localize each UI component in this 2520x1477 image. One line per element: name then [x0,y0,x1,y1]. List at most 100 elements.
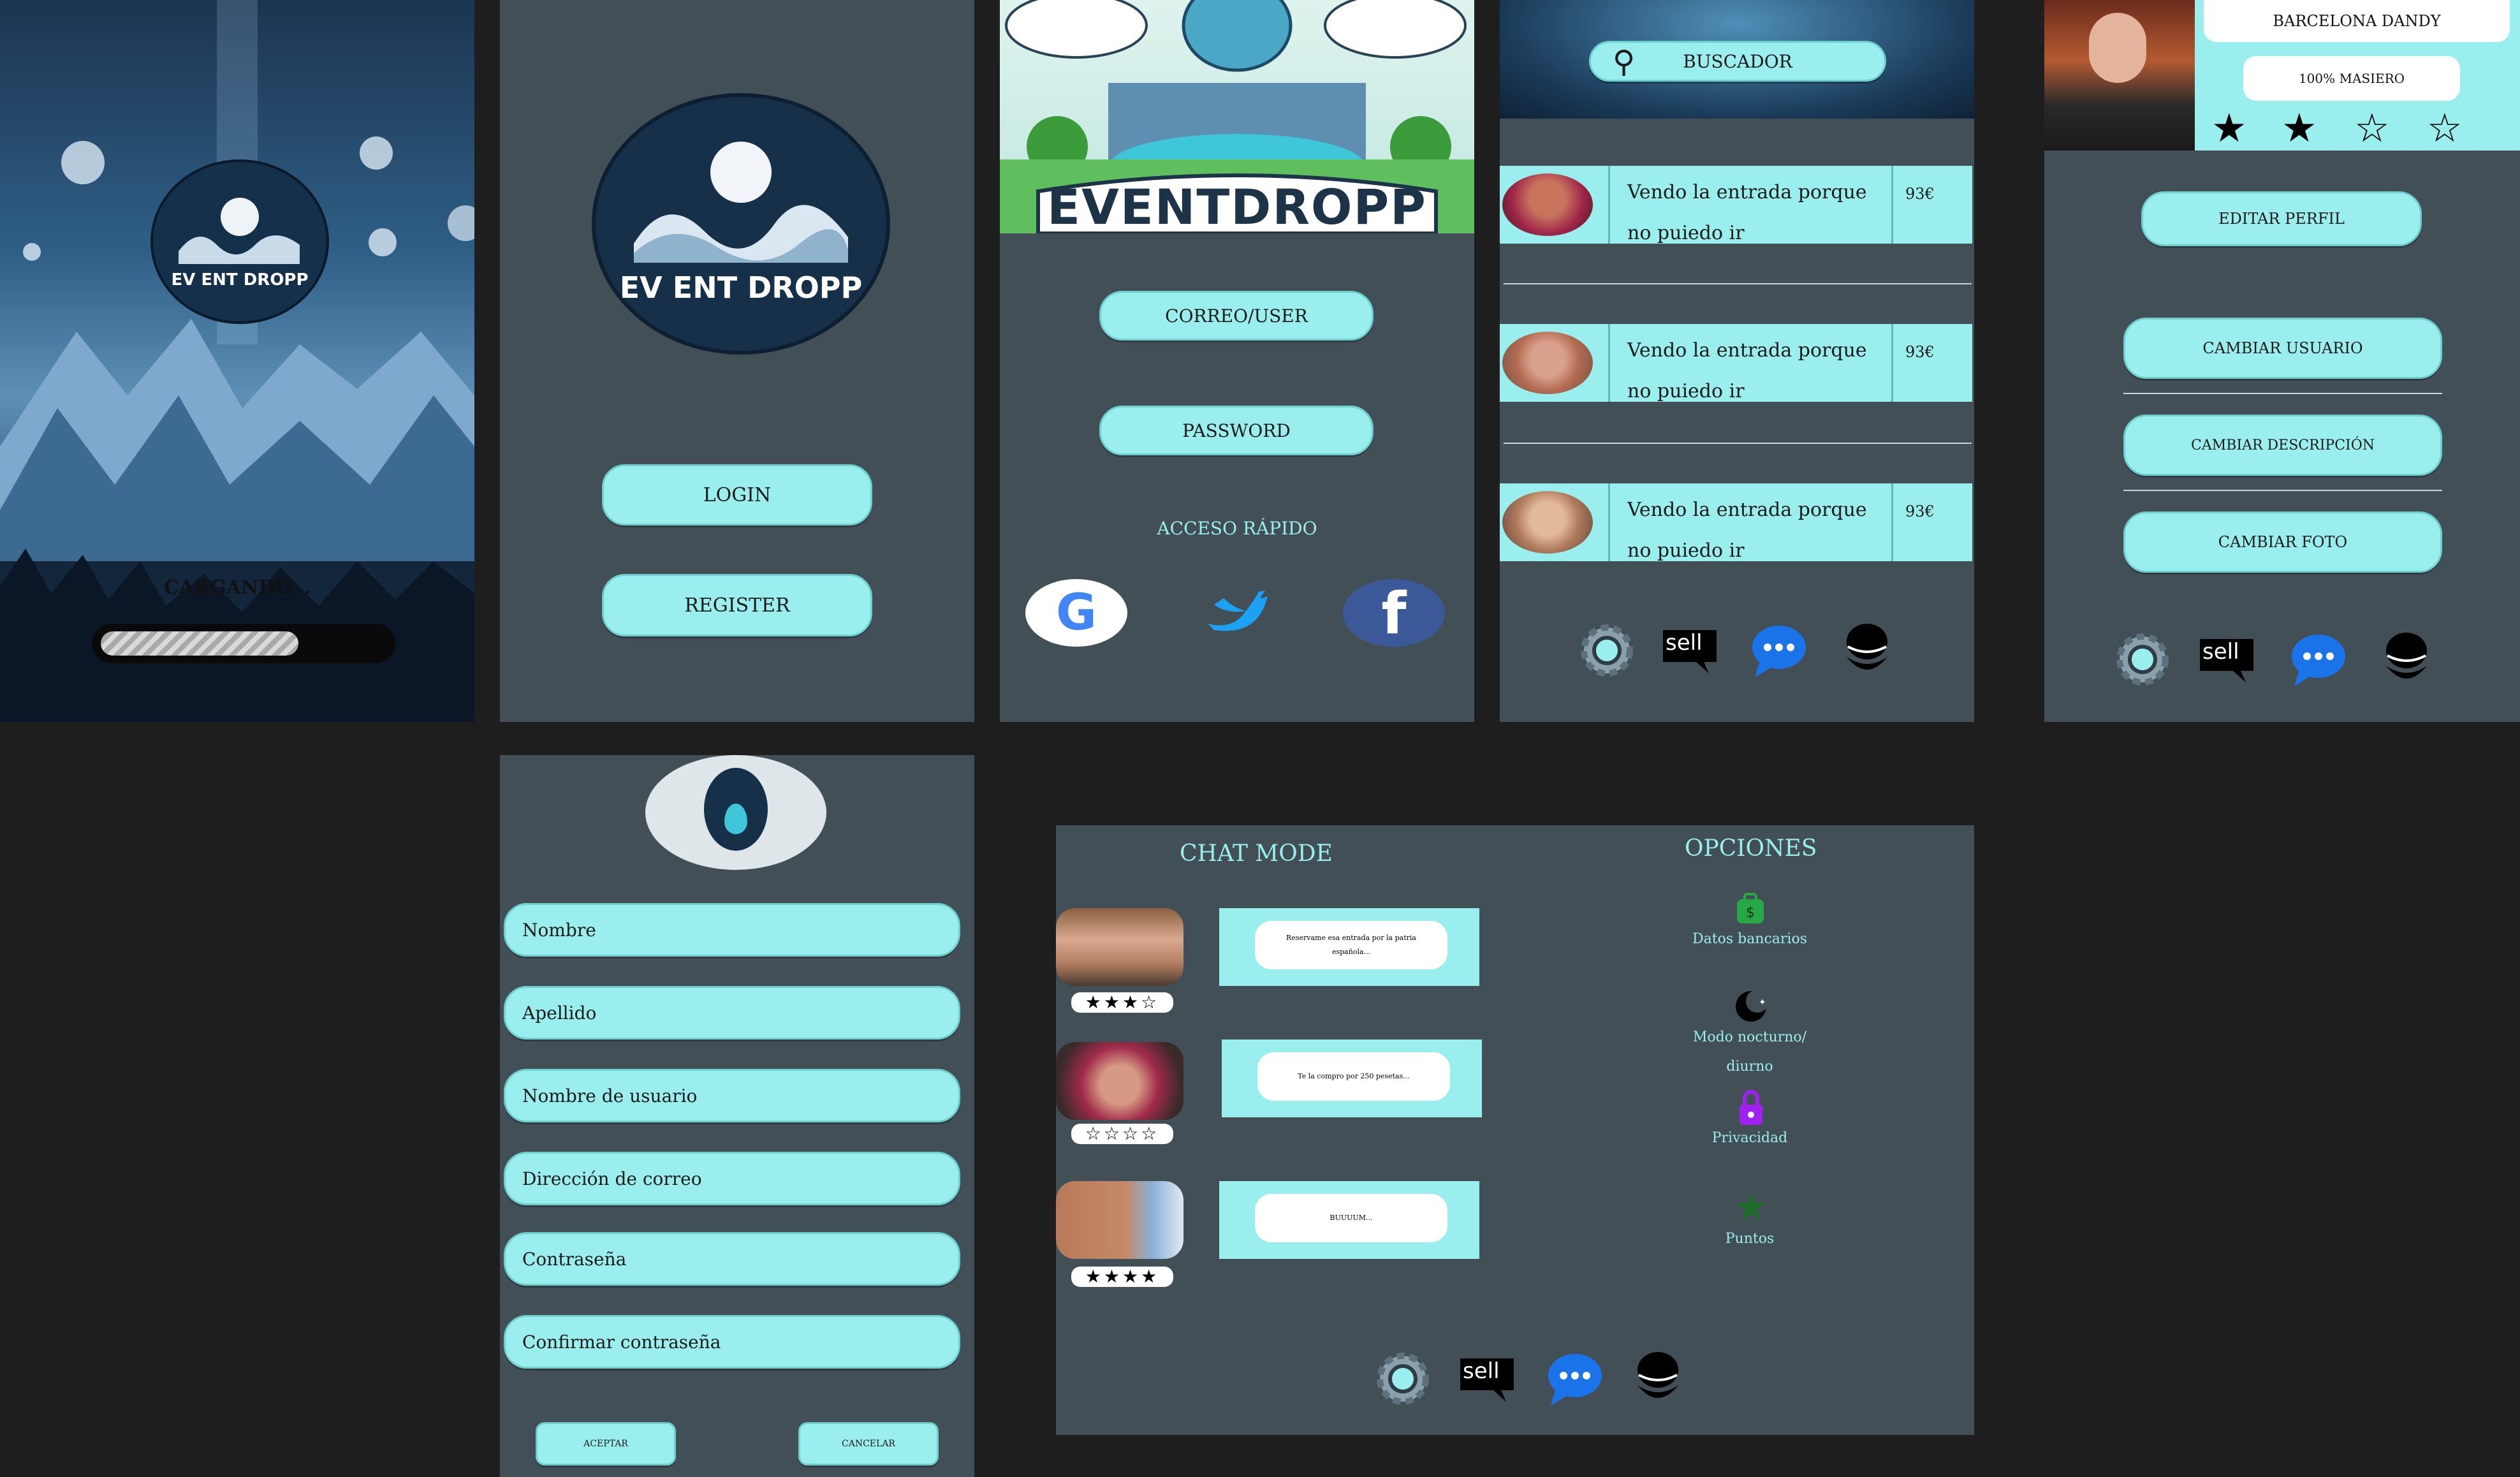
lock-icon [1740,1090,1762,1125]
chat-message[interactable]: Te la compro por 250 pesetas... [1222,1040,1482,1117]
nav-chat[interactable] [1747,619,1811,682]
separator [1504,443,1972,444]
search-button[interactable]: ⚲ BUSCADOR [1589,41,1886,82]
listing-text: Vendo la entrada porque no puiedo ir [1627,499,1867,562]
app-logo: EV ENT DROPP [150,159,329,324]
listing-row[interactable]: Vendo la entrada porque no puiedo ir 93€ [1500,324,1972,402]
drop-icon [724,804,747,834]
chat-avatar[interactable] [1056,1042,1183,1120]
welcome-screen: EV ENT DROPP LOGIN REGISTER [500,0,974,722]
chat-message[interactable]: Reservame esa entrada por la patria espa… [1219,908,1479,986]
divider [1891,166,1893,244]
loading-text: CARGANDO... [163,577,311,599]
listing-price: 93€ [1905,185,1935,203]
nav-settings[interactable] [1371,1347,1435,1411]
change-user-button[interactable]: CAMBIAR USUARIO [2123,318,2442,379]
facebook-login-button[interactable]: f [1343,579,1445,647]
wave-icon [634,205,848,263]
nav-chat[interactable] [2287,628,2350,691]
profile-tag-card: 100% MASIERO [2243,56,2460,101]
app-logo [645,755,826,870]
logo-text: EV ENT DROPP [171,270,309,290]
google-login-button[interactable]: G [1025,579,1127,647]
progress-bar [92,624,395,663]
nav-profile[interactable] [2375,628,2438,691]
change-description-button[interactable]: CAMBIAR DESCRIPCIÓN [2123,415,2442,476]
message-bubble: Te la compro por 250 pesetas... [1257,1052,1450,1101]
separator [2123,393,2442,394]
divider [1608,166,1610,244]
listing-row[interactable]: Vendo la entrada porque no puiedo ir 93€ [1500,166,1972,244]
chat-rating: ★★★☆ [1071,992,1173,1013]
divider [1608,324,1610,402]
separator [1504,283,1972,284]
google-icon: G [1055,584,1097,642]
nav-profile[interactable] [1835,619,1899,682]
chat-title: CHAT MODE [1180,841,1333,867]
chat-bubble-icon [2292,635,2345,686]
profile-name-card: BARCELONA DANDY [2204,0,2510,42]
nav-settings[interactable] [1575,619,1639,682]
seller-avatar [1502,173,1593,236]
privacy-option[interactable]: Privacidad [1686,1088,1813,1165]
profile-tag: 100% MASIERO [2298,71,2405,86]
register-button[interactable]: REGISTER [602,574,872,636]
star-empty-icon: ☆ [2427,105,2463,151]
nav-sell[interactable]: sell [2196,628,2260,691]
divider [1891,324,1893,402]
twitter-login-button[interactable] [1195,579,1271,647]
progress-fill [101,631,298,656]
option-label: Modo nocturno/ diurno [1692,1029,1807,1075]
nav-chat[interactable] [1543,1347,1607,1411]
user-field[interactable]: CORREO/USER [1099,291,1374,341]
search-label: BUSCADOR [1683,50,1792,72]
nav-settings[interactable] [2111,628,2174,691]
change-photo-button[interactable]: CAMBIAR FOTO [2123,511,2442,573]
listing-row[interactable]: Vendo la entrada porque no puiedo ir 93€ [1500,483,1972,562]
divider [1891,483,1893,561]
first-name-field[interactable]: Nombre [504,903,960,957]
quick-access-label: ACCESO RÁPIDO [1157,518,1317,539]
options-title: OPCIONES [1685,835,1817,862]
chat-avatar[interactable] [1056,1181,1183,1259]
bank-data-option[interactable]: $ Datos bancarios [1686,892,1813,994]
nav-sell[interactable]: sell [1659,619,1723,682]
wave-icon [179,235,300,264]
option-label: Privacidad [1711,1130,1788,1146]
seller-avatar [1502,491,1593,554]
night-mode-option[interactable]: ✦ Modo nocturno/ diurno [1686,988,1813,1093]
nav-profile[interactable] [1626,1347,1690,1411]
face [2089,13,2146,83]
star-icon: ★ [1733,1184,1769,1230]
profile-name: BARCELONA DANDY [2273,12,2441,30]
login-button[interactable]: LOGIN [602,464,872,525]
username-field[interactable]: Nombre de usuario [504,1069,960,1122]
nav-sell[interactable]: sell [1456,1347,1520,1411]
confirm-password-field[interactable]: Confirmar contraseña [504,1315,960,1369]
accept-button[interactable]: ACEPTAR [536,1422,676,1466]
listing-price: 93€ [1905,503,1935,520]
gear-icon [1377,1353,1429,1405]
gear-icon [1581,624,1633,677]
gear-icon [2116,633,2169,686]
user-icon [2386,633,2427,679]
email-field[interactable]: Dirección de correo [504,1152,960,1205]
password-field[interactable]: Contraseña [504,1232,960,1286]
password-field[interactable]: PASSWORD [1099,406,1374,455]
user-icon [1847,624,1887,670]
last-name-field[interactable]: Apellido [504,986,960,1040]
profile-rating: ★ ★ ☆ ☆ [2211,108,2505,148]
moon-icon: ✦ [1736,990,1769,1022]
search-icon: ⚲ [1613,44,1636,80]
chat-avatar[interactable] [1056,908,1183,986]
chat-message[interactable]: BUUUUM... [1219,1181,1479,1259]
brand-title: EVENTDROPP [1047,179,1427,235]
cancel-button[interactable]: CANCELAR [798,1422,939,1466]
points-option[interactable]: ★ Puntos [1686,1187,1813,1264]
edit-profile-button[interactable]: EDITAR PERFIL [2141,191,2422,246]
register-screen: Nombre Apellido Nombre de usuario Direcc… [500,755,974,1477]
listing-text: Vendo la entrada porque no puiedo ir [1627,339,1867,402]
star-filled-icon: ★ [2211,105,2247,151]
profile-photo [2044,0,2195,151]
option-label: Datos bancarios [1692,931,1808,947]
